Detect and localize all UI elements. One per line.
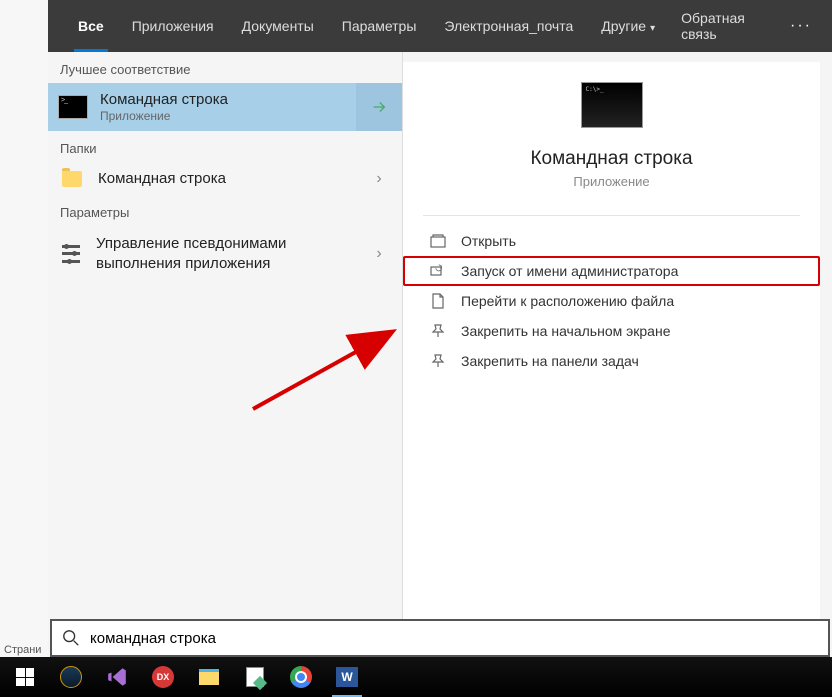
- page-left-margin: Страни: [0, 0, 48, 660]
- action-label: Закрепить на панели задач: [461, 353, 639, 369]
- tab-apps[interactable]: Приложения: [118, 0, 228, 52]
- chrome-icon: [290, 666, 312, 688]
- taskbar-app-explorer[interactable]: [186, 657, 232, 697]
- action-open[interactable]: Открыть: [403, 226, 820, 256]
- dx-icon: DX: [152, 666, 174, 688]
- preview-title: Командная строка: [403, 148, 820, 170]
- pin-start-icon: [429, 323, 447, 339]
- admin-shield-icon: [429, 263, 447, 279]
- action-pin-taskbar[interactable]: Закрепить на панели задач: [403, 346, 820, 376]
- taskbar-app-word[interactable]: W: [324, 657, 370, 697]
- section-parameters: Параметры: [48, 195, 402, 226]
- section-best-match: Лучшее соответствие: [48, 52, 402, 83]
- preview-icon-wrap: [403, 82, 820, 128]
- search-icon: [62, 629, 80, 647]
- tab-other[interactable]: Другие: [587, 0, 669, 52]
- file-location-icon: [429, 293, 447, 309]
- result-title: Управление псевдонимами выполнения прило…: [96, 234, 336, 273]
- cmd-icon: [58, 95, 88, 119]
- vs-icon: [106, 666, 128, 688]
- result-title: Командная строка: [98, 170, 226, 187]
- pin-taskbar-icon: [429, 353, 447, 369]
- taskbar-app-dx[interactable]: DX: [140, 657, 186, 697]
- start-button[interactable]: [2, 657, 48, 697]
- preview-pane: Командная строка Приложение Открыть Запу…: [403, 62, 820, 645]
- explorer-icon: [199, 669, 219, 685]
- more-options-button[interactable]: ···: [780, 17, 822, 35]
- sliders-icon: [62, 245, 80, 263]
- search-input-bar[interactable]: [50, 619, 830, 657]
- open-icon: [429, 233, 447, 249]
- taskbar-app-1[interactable]: [48, 657, 94, 697]
- app-icon: [60, 666, 82, 688]
- section-folders: Папки: [48, 131, 402, 162]
- taskbar: DX W: [0, 657, 832, 697]
- result-cmd-app[interactable]: Командная строка Приложение: [48, 83, 402, 131]
- cmd-large-icon: [581, 82, 643, 128]
- action-open-file-location[interactable]: Перейти к расположению файла: [403, 286, 820, 316]
- result-alias-settings[interactable]: Управление псевдонимами выполнения прило…: [48, 226, 402, 281]
- search-category-tabs: Все Приложения Документы Параметры Элект…: [48, 0, 832, 52]
- action-label: Закрепить на начальном экране: [461, 323, 671, 339]
- tab-documents[interactable]: Документы: [228, 0, 328, 52]
- action-list: Открыть Запуск от имени администратора П…: [403, 216, 820, 386]
- expand-arrow-icon[interactable]: [356, 83, 402, 131]
- action-label: Запуск от имени администратора: [461, 263, 678, 279]
- result-folder-cmd[interactable]: Командная строка ›: [48, 162, 402, 195]
- notepad-icon: [246, 667, 264, 687]
- action-pin-start[interactable]: Закрепить на начальном экране: [403, 316, 820, 346]
- feedback-link[interactable]: Обратная связь: [669, 10, 780, 42]
- chevron-right-icon[interactable]: ›: [356, 162, 402, 195]
- windows-logo-icon: [16, 668, 34, 686]
- taskbar-app-notepad[interactable]: [232, 657, 278, 697]
- search-results-panel: Лучшее соответствие Командная строка При…: [48, 52, 832, 657]
- background-page-word: Страни: [4, 644, 41, 656]
- taskbar-app-visualstudio[interactable]: [94, 657, 140, 697]
- result-title: Командная строка: [100, 91, 228, 108]
- action-label: Открыть: [461, 233, 516, 249]
- action-run-as-admin[interactable]: Запуск от имени администратора: [403, 256, 820, 286]
- action-label: Перейти к расположению файла: [461, 293, 674, 309]
- tab-email[interactable]: Электронная_почта: [430, 0, 587, 52]
- chevron-right-icon[interactable]: ›: [356, 226, 402, 281]
- taskbar-app-chrome[interactable]: [278, 657, 324, 697]
- word-icon: W: [336, 667, 358, 687]
- results-list-column: Лучшее соответствие Командная строка При…: [48, 52, 403, 657]
- search-input[interactable]: [90, 630, 818, 647]
- result-subtitle: Приложение: [100, 109, 228, 123]
- tab-all[interactable]: Все: [64, 0, 118, 52]
- preview-subtitle: Приложение: [423, 174, 800, 216]
- folder-icon: [62, 171, 82, 187]
- tab-settings[interactable]: Параметры: [328, 0, 431, 52]
